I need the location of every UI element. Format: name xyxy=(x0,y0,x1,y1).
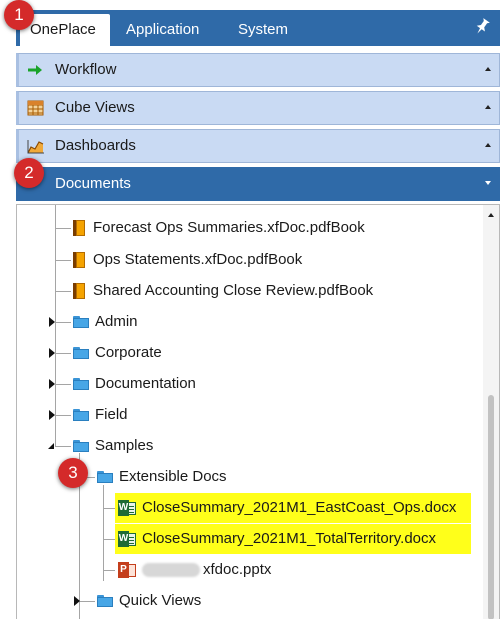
tree-item-xfdoc-pptx[interactable]: P xfdoc.pptx xyxy=(17,555,477,585)
accordion-dashboards-label: Dashboards xyxy=(55,137,136,154)
folder-icon xyxy=(73,440,89,452)
expand-arrow-icon[interactable] xyxy=(49,379,55,389)
tree-item-shared-accounting-close-review[interactable]: Shared Accounting Close Review.pdfBook xyxy=(17,276,477,306)
accordion-documents[interactable]: Documents xyxy=(16,167,500,201)
tab-system[interactable]: System xyxy=(228,14,298,46)
expand-arrow-icon[interactable] xyxy=(49,348,55,358)
tree-item-label: Admin xyxy=(95,313,138,330)
step-badge-1: 1 xyxy=(4,0,34,30)
documents-tree[interactable]: Forecast Ops Summaries.xfDoc.pdfBook Ops… xyxy=(16,204,500,619)
chevron-up-icon xyxy=(485,105,491,109)
folder-icon xyxy=(73,409,89,421)
chart-icon xyxy=(27,138,45,154)
book-icon xyxy=(73,283,85,299)
tree-item-samples[interactable]: Samples xyxy=(17,431,477,461)
folder-icon xyxy=(73,347,89,359)
folder-icon xyxy=(97,595,113,607)
scrollbar-thumb[interactable] xyxy=(488,395,494,619)
expand-arrow-icon[interactable] xyxy=(49,317,55,327)
tree-item-label: Shared Accounting Close Review.pdfBook xyxy=(93,282,374,299)
tree-item-label: xfdoc.pptx xyxy=(203,561,272,578)
redacted-text xyxy=(142,563,200,577)
book-icon xyxy=(73,252,85,268)
tree-item-label: Field xyxy=(95,406,128,423)
grid-icon xyxy=(27,100,45,116)
word-doc-icon: W xyxy=(118,531,136,547)
tree-item-closesummary-totalterritory[interactable]: W CloseSummary_2021M1_TotalTerritory.doc… xyxy=(17,524,477,554)
tree-item-label: CloseSummary_2021M1_EastCoast_Ops.docx xyxy=(142,499,457,516)
tree-item-ops-statements[interactable]: Ops Statements.xfDoc.pdfBook xyxy=(17,245,477,275)
folder-icon xyxy=(73,378,89,390)
accordion-dashboards[interactable]: Dashboards xyxy=(16,129,500,163)
chevron-up-icon xyxy=(485,67,491,71)
pin-icon[interactable] xyxy=(474,18,490,36)
tab-strip: OnePlace Application System xyxy=(16,10,500,46)
tree-item-documentation[interactable]: Documentation xyxy=(17,369,477,399)
tree-item-label: Samples xyxy=(95,437,154,454)
folder-icon xyxy=(97,471,113,483)
chevron-up-icon xyxy=(485,143,491,147)
book-icon xyxy=(73,220,85,236)
arrow-right-icon xyxy=(27,62,45,78)
tree-item-corporate[interactable]: Corporate xyxy=(17,338,477,368)
tree-scrollbar[interactable] xyxy=(483,205,499,619)
tree-item-label: Quick Views xyxy=(119,592,202,609)
chevron-down-icon xyxy=(485,181,491,185)
tree-item-label: Ops Statements.xfDoc.pdfBook xyxy=(93,251,303,268)
accordion-cube-views-label: Cube Views xyxy=(55,99,135,116)
accordion-cube-views[interactable]: Cube Views xyxy=(16,91,500,125)
expand-arrow-icon[interactable] xyxy=(49,410,55,420)
tree-item-admin[interactable]: Admin xyxy=(17,307,477,337)
collapse-arrow-icon[interactable] xyxy=(48,443,54,449)
tree-item-field[interactable]: Field xyxy=(17,400,477,430)
powerpoint-icon: P xyxy=(118,562,136,578)
accordion-workflow[interactable]: Workflow xyxy=(16,53,500,87)
tree-item-label: Forecast Ops Summaries.xfDoc.pdfBook xyxy=(93,219,365,236)
accordion-documents-label: Documents xyxy=(55,175,131,192)
tab-application[interactable]: Application xyxy=(116,14,209,46)
tree-item-label: CloseSummary_2021M1_TotalTerritory.docx xyxy=(142,530,437,547)
folder-icon xyxy=(73,316,89,328)
step-badge-2: 2 xyxy=(14,158,44,188)
expand-arrow-icon[interactable] xyxy=(74,596,80,606)
tree-item-label: Documentation xyxy=(95,375,196,392)
step-badge-3: 3 xyxy=(58,458,88,488)
scroll-up-icon[interactable] xyxy=(488,213,494,217)
tree-item-label: Extensible Docs xyxy=(119,468,227,485)
tree-item-quick-views[interactable]: Quick Views xyxy=(17,586,477,616)
tree-item-forecast-ops-summaries[interactable]: Forecast Ops Summaries.xfDoc.pdfBook xyxy=(17,213,477,243)
accordion-workflow-label: Workflow xyxy=(55,61,117,78)
tree-item-closesummary-eastcoast-ops[interactable]: W CloseSummary_2021M1_EastCoast_Ops.docx xyxy=(17,493,477,523)
word-doc-icon: W xyxy=(118,500,136,516)
tree-item-label: Corporate xyxy=(95,344,162,361)
